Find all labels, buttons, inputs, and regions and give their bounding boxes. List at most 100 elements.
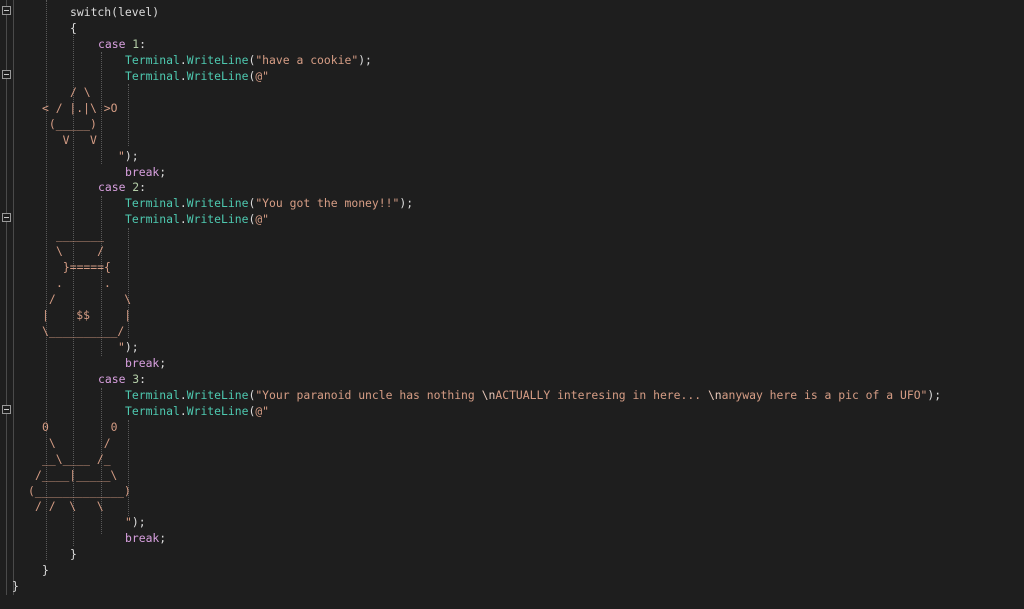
- collapse-icon[interactable]: [2, 6, 11, 15]
- code-line[interactable]: | $$ |: [42, 307, 131, 323]
- code-token: WriteLine: [186, 52, 249, 67]
- code-token: (_____________): [28, 483, 131, 498]
- code-token: \__________/: [42, 324, 125, 338]
- collapse-icon[interactable]: [2, 213, 11, 222]
- code-token: );: [927, 387, 942, 402]
- code-line[interactable]: . .: [56, 275, 111, 291]
- code-token: case: [98, 36, 126, 51]
- code-token: case: [98, 371, 126, 386]
- code-token: break: [125, 355, 160, 370]
- code-line[interactable]: case 2:: [98, 179, 146, 195]
- code-token: {: [70, 20, 77, 35]
- code-token: );: [358, 52, 372, 67]
- code-line[interactable]: }: [12, 578, 19, 594]
- code-token: __\____ /_: [42, 451, 111, 466]
- code-line[interactable]: case 1:: [98, 36, 146, 52]
- code-line[interactable]: break;: [125, 355, 166, 371]
- code-token: WriteLine: [186, 212, 249, 227]
- code-token: "Your paranoid uncle has nothing: [255, 387, 482, 402]
- code-line[interactable]: /____|_____\: [35, 467, 117, 483]
- code-line[interactable]: {: [70, 20, 77, 36]
- code-token: ": [118, 148, 125, 163]
- code-line[interactable]: }====={: [56, 259, 111, 275]
- code-token: < / |.|\ >O: [42, 100, 118, 115]
- code-token: ;: [159, 355, 167, 370]
- code-token: @": [255, 68, 270, 83]
- code-token: ;: [159, 164, 167, 179]
- code-token: Terminal: [125, 52, 180, 67]
- code-line[interactable]: \__________/: [42, 323, 124, 339]
- code-token: anyway here is a pic of a UFO": [721, 387, 928, 402]
- code-token: break: [125, 164, 160, 179]
- code-line[interactable]: < / |.|\ >O: [42, 100, 117, 116]
- code-token: }====={: [56, 260, 111, 275]
- collapse-icon[interactable]: [2, 70, 11, 79]
- code-token: / \: [42, 292, 132, 307]
- indent-guide: [128, 84, 129, 146]
- code-line[interactable]: Terminal.WriteLine("Your paranoid uncle …: [125, 387, 941, 403]
- code-token: Terminal: [125, 212, 180, 227]
- code-token: WriteLine: [186, 387, 249, 402]
- code-line[interactable]: ");: [118, 339, 139, 355]
- code-token: WriteLine: [186, 68, 249, 83]
- gutter-line: [13, 0, 14, 595]
- code-token: WriteLine: [186, 196, 249, 211]
- code-token: .: [179, 387, 187, 402]
- code-token: . .: [56, 276, 111, 291]
- code-token: .: [179, 52, 187, 67]
- code-token: \ /: [56, 244, 105, 259]
- code-line[interactable]: case 3:: [98, 371, 146, 387]
- code-token: | $$ |: [42, 308, 132, 323]
- collapse-icon[interactable]: [2, 405, 11, 414]
- gutter-line: [6, 0, 7, 595]
- code-line[interactable]: / \: [42, 291, 131, 307]
- code-token: V V: [42, 132, 97, 147]
- code-line[interactable]: Terminal.WriteLine("have a cookie");: [125, 52, 372, 68]
- code-line[interactable]: }: [42, 562, 49, 578]
- code-line[interactable]: V V: [42, 132, 97, 148]
- code-line[interactable]: ");: [118, 148, 139, 164]
- code-line[interactable]: Terminal.WriteLine("You got the money!!"…: [125, 195, 413, 211]
- code-token: @": [255, 403, 270, 418]
- code-line[interactable]: ");: [125, 514, 146, 530]
- code-token: .: [179, 403, 187, 418]
- code-line[interactable]: Terminal.WriteLine(@": [125, 403, 269, 419]
- code-token: :: [139, 371, 147, 386]
- code-line[interactable]: _______: [56, 227, 104, 243]
- code-line[interactable]: \ /: [42, 435, 111, 451]
- code-token: (_____): [42, 116, 97, 131]
- code-token: }: [70, 547, 77, 562]
- code-token: Terminal: [125, 403, 180, 418]
- code-line[interactable]: }: [70, 546, 77, 562]
- code-line[interactable]: __\____ /_: [42, 451, 111, 467]
- code-token: \ /: [42, 435, 111, 450]
- code-line[interactable]: switch(level): [70, 4, 159, 20]
- code-line[interactable]: break;: [125, 530, 166, 546]
- code-token: .: [179, 196, 187, 211]
- code-line[interactable]: \ /: [56, 243, 104, 259]
- code-token: Terminal: [125, 68, 180, 83]
- code-token: case: [98, 180, 126, 195]
- code-token: .: [179, 68, 187, 83]
- code-token: :: [139, 36, 147, 51]
- code-line[interactable]: 0 0: [42, 419, 117, 435]
- code-line[interactable]: (_____________): [28, 483, 131, 499]
- code-line[interactable]: Terminal.WriteLine(@": [125, 68, 269, 84]
- code-line[interactable]: / \: [70, 84, 91, 100]
- code-token: 0 0: [42, 419, 118, 434]
- code-token: );: [399, 196, 414, 211]
- code-line[interactable]: Terminal.WriteLine(@": [125, 211, 269, 227]
- code-token: :: [139, 180, 147, 195]
- code-line[interactable]: break;: [125, 164, 166, 180]
- code-token: break: [125, 531, 160, 546]
- code-token: .: [179, 212, 187, 227]
- code-token: Terminal: [125, 196, 180, 211]
- code-token: }: [42, 563, 49, 578]
- code-editor[interactable]: switch(level){case 1: Terminal.WriteLine(…: [0, 0, 1024, 609]
- code-token: \n: [707, 387, 722, 402]
- code-line[interactable]: (_____): [42, 116, 97, 132]
- code-line[interactable]: / / \ \: [35, 498, 104, 514]
- code-token: _______: [56, 228, 105, 243]
- code-token: );: [124, 339, 139, 354]
- code-token: }: [12, 579, 19, 594]
